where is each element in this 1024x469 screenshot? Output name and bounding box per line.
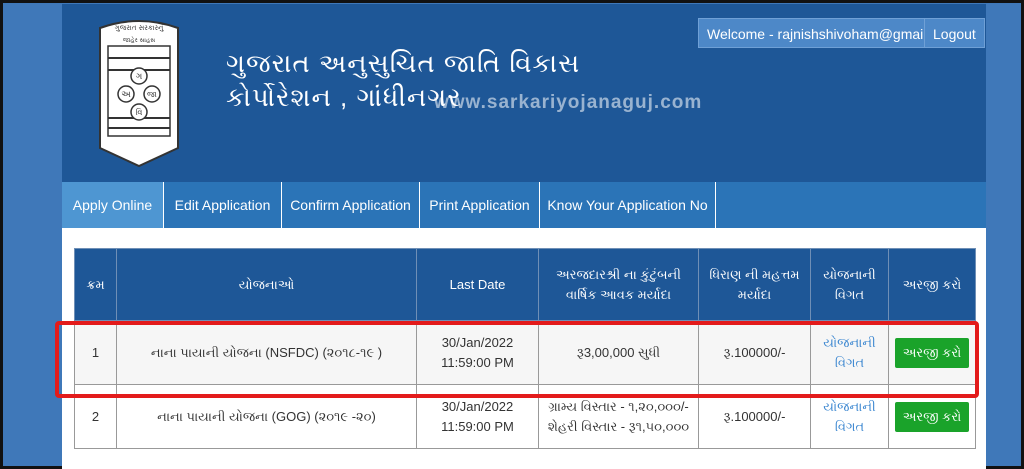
logo-sub-text: જાહેર સાહસ xyxy=(123,36,155,44)
logo-top-text: ગુજરાત સરકારનું xyxy=(115,24,164,32)
corporation-logo: ગુજરાત સરકારનું જાહેર સાહસ ગ અ જા વિ xyxy=(99,20,179,168)
site-header: ગુજરાત સરકારનું જાહેર સાહસ ગ અ જા વિ ગુજ… xyxy=(62,4,986,182)
income-urban-text: શેહરી વિસ્તાર - રૂ૧,૫૦,૦૦૦ xyxy=(547,418,690,434)
col-header-sr: ક્રમ xyxy=(74,248,117,321)
row-highlight-box xyxy=(55,321,979,398)
logo-letter: વિ xyxy=(136,108,143,117)
main-nav: Apply Online Edit Application Confirm Ap… xyxy=(62,182,986,228)
date-text: 30/Jan/2022 xyxy=(441,398,514,414)
logo-letter: ગ xyxy=(136,72,143,82)
time-text: 11:59:00 PM xyxy=(441,418,514,434)
col-header-last-date: Last Date xyxy=(416,248,539,321)
nav-edit-application[interactable]: Edit Application xyxy=(164,182,282,228)
nav-know-application-no[interactable]: Know Your Application No xyxy=(540,182,716,228)
table-header-row: ક્રમ યોજનાઓ Last Date અરજદારશ્રી ના કુંટ… xyxy=(74,248,976,321)
org-title-line1: ગુજરાત અનુસુચિત જાતિ વિકાસ xyxy=(226,48,581,78)
logo-letter: અ xyxy=(121,90,131,100)
logout-button[interactable]: Logout xyxy=(924,18,985,48)
page: ગુજરાત સરકારનું જાહેર સાહસ ગ અ જા વિ ગુજ… xyxy=(62,4,986,469)
col-header-apply: અરજી કરો xyxy=(888,248,976,321)
col-header-loan-limit: ધિરાણ ની મહત્તમ મર્યાદા xyxy=(698,248,811,321)
nav-print-application[interactable]: Print Application xyxy=(420,182,540,228)
nav-apply-online[interactable]: Apply Online xyxy=(62,182,164,228)
col-header-scheme: યોજનાઓ xyxy=(116,248,417,321)
col-header-income-limit: અરજદારશ્રી ના કુંટુંબની વાર્ષિક આવક મર્ય… xyxy=(538,248,699,321)
scheme-details-link[interactable]: યોજનાની વિગત xyxy=(823,399,875,434)
nav-confirm-application[interactable]: Confirm Application xyxy=(282,182,420,228)
income-rural-text: ગ્રામ્ય વિસ્તાર - ૧,૨૦,૦૦૦/- xyxy=(548,398,689,414)
apply-button[interactable]: અરજી કરો xyxy=(894,401,970,432)
col-header-details: યોજનાની વિગત xyxy=(810,248,889,321)
watermark: www.sarkariyojanaguj.com xyxy=(434,92,703,113)
logo-letter: જા xyxy=(147,90,157,99)
